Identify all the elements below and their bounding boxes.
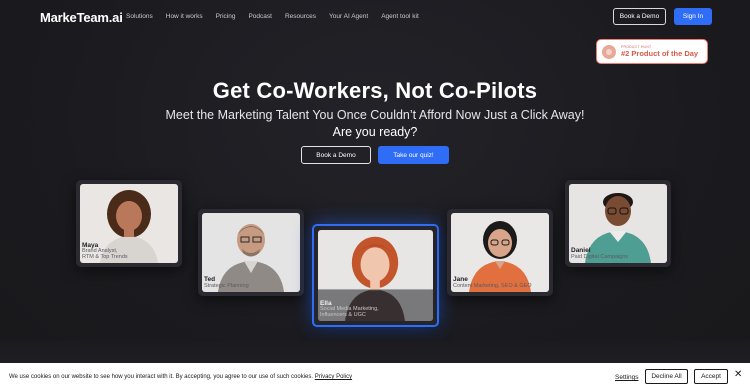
badge-title: #2 Product of the Day xyxy=(621,49,699,58)
nav-link-ai-agent[interactable]: Your AI Agent xyxy=(329,13,368,20)
nav-link-how-it-works[interactable]: How it works xyxy=(166,13,203,20)
privacy-policy-link[interactable]: Privacy Policy xyxy=(315,374,352,380)
agent-role: Brand Analyst, RTM & Top Trends xyxy=(82,248,128,261)
agent-card-ted[interactable]: Ted Strategic Planning xyxy=(198,209,304,296)
nav-link-agent-tool-kit[interactable]: Agent tool kit xyxy=(381,13,419,20)
badge-text: Product Hunt #2 Product of the Day xyxy=(621,45,699,58)
medal-icon xyxy=(602,44,616,59)
hero-book-demo-button[interactable]: Book a Demo xyxy=(301,146,371,164)
agent-card-jane[interactable]: Jane Content Marketing, SEO & GEO xyxy=(447,209,553,296)
cookie-banner: We use cookies on our website to see how… xyxy=(0,363,750,391)
agent-card-daniel[interactable]: Daniel Paid Digital Campaigns xyxy=(565,180,671,267)
close-icon[interactable]: ✕ xyxy=(734,370,742,380)
cookie-settings-link[interactable]: Settings xyxy=(615,374,639,381)
agent-role: Paid Digital Campaigns xyxy=(571,254,629,261)
hero-subtitle: Meet the Marketing Talent You Once Could… xyxy=(165,108,585,122)
top-nav: MarkeTeam.ai Solutions How it works Pric… xyxy=(0,0,750,34)
sign-in-button[interactable]: Sign In xyxy=(674,8,712,25)
accept-button[interactable]: Accept xyxy=(694,369,728,384)
agent-role: Social Media Marketing, Influencers & UG… xyxy=(320,306,379,319)
agent-caption: Ella Social Media Marketing, Influencers… xyxy=(320,300,379,319)
agent-caption: Daniel Paid Digital Campaigns xyxy=(571,248,628,261)
nav-links: Solutions How it works Pricing Podcast R… xyxy=(126,13,432,20)
product-of-day-badge[interactable]: Product Hunt #2 Product of the Day xyxy=(596,39,708,64)
nav-link-pricing[interactable]: Pricing xyxy=(216,13,236,20)
logo[interactable]: MarkeTeam.ai xyxy=(40,10,123,25)
nav-link-podcast[interactable]: Podcast xyxy=(248,13,272,20)
take-quiz-button[interactable]: Take our quiz! xyxy=(378,146,449,164)
agent-card-maya[interactable]: Maya Brand Analyst, RTM & Top Trends xyxy=(76,180,182,267)
decline-all-button[interactable]: Decline All xyxy=(645,369,688,384)
nav-link-solutions[interactable]: Solutions xyxy=(126,13,153,20)
agent-role: Strategic Planning xyxy=(204,283,249,290)
hero-question: Are you ready? xyxy=(332,125,418,139)
hero-title: Get Co-Workers, Not Co-Pilots xyxy=(212,78,538,103)
nav-book-demo-button[interactable]: Book a Demo xyxy=(613,8,666,25)
page: MarkeTeam.ai Solutions How it works Pric… xyxy=(0,0,750,391)
agent-caption: Maya Brand Analyst, RTM & Top Trends xyxy=(82,242,128,261)
agent-card-ella[interactable]: Ella Social Media Marketing, Influencers… xyxy=(312,224,439,327)
agent-caption: Ted Strategic Planning xyxy=(204,277,249,290)
cookie-text: We use cookies on our website to see how… xyxy=(9,374,314,380)
nav-link-resources[interactable]: Resources xyxy=(285,13,316,20)
cookie-message: We use cookies on our website to see how… xyxy=(9,374,352,380)
agent-role: Content Marketing, SEO & GEO xyxy=(453,283,532,290)
agent-caption: Jane Content Marketing, SEO & GEO xyxy=(453,277,532,290)
